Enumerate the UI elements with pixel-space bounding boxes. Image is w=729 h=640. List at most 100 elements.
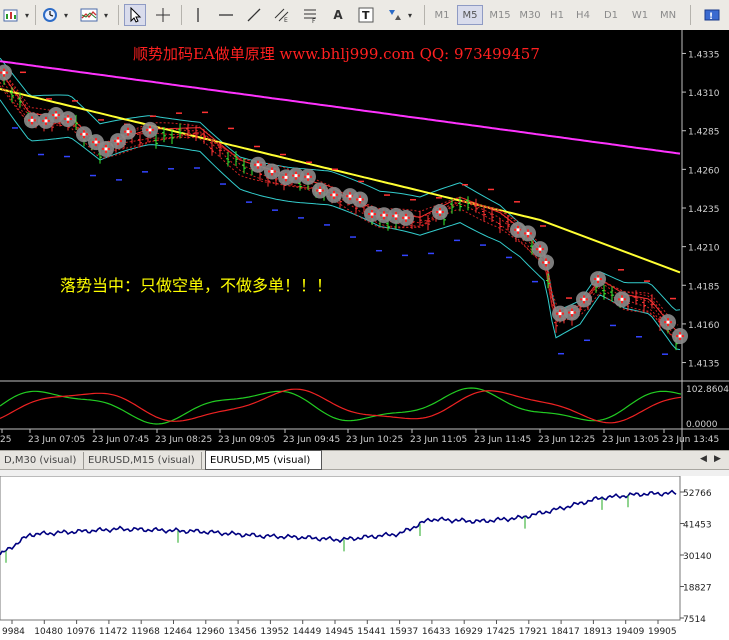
- arrows-dropdown-icon[interactable]: ▾: [405, 4, 415, 26]
- order-marker-dot: [66, 117, 70, 121]
- tabs-scroll-right-icon[interactable]: ▶: [714, 454, 721, 464]
- order-marker-dot: [294, 174, 298, 178]
- order-marker-dot: [54, 113, 58, 117]
- price-tick-label: 1.4285: [688, 128, 720, 138]
- equity-x-tick-label: 9984: [2, 627, 25, 637]
- timeframe-h1[interactable]: H1: [546, 5, 568, 25]
- price-tick-label: 1.4335: [688, 50, 720, 60]
- timeframe-m5[interactable]: M5: [457, 5, 483, 25]
- timeframe-m1[interactable]: M1: [430, 5, 454, 25]
- horizontal-line-icon[interactable]: [216, 4, 236, 26]
- order-marker-dot: [516, 228, 520, 232]
- equity-graph-canvas: 5276641453301401882775149984 10480 10976 11…: [0, 476, 712, 637]
- trendline-icon[interactable]: [244, 4, 264, 26]
- vertical-line-icon[interactable]: [188, 4, 208, 26]
- short-order-line: [0, 70, 679, 337]
- price-tick-label: 1.4310: [688, 89, 720, 99]
- order-marker-dot: [44, 119, 48, 123]
- tab-eurusd-m30[interactable]: D,M30 (visual): [0, 452, 84, 469]
- order-marker-dot: [370, 212, 374, 216]
- price-tick-label: 1.4135: [688, 360, 720, 370]
- equity-x-tick-label: 16929: [454, 627, 483, 637]
- order-marker-dot: [126, 130, 130, 134]
- price-tick-label: 1.4185: [688, 282, 720, 292]
- equity-plot-frame: [0, 476, 681, 621]
- fibonacci-icon[interactable]: F: [300, 4, 320, 26]
- equity-x-tick-label: 13456: [228, 627, 257, 637]
- new-chart-icon[interactable]: [2, 4, 20, 26]
- order-marker-dot: [148, 128, 152, 132]
- order-marker-dot: [544, 260, 548, 264]
- equity-x-tick-label: 15441: [357, 627, 386, 637]
- equity-x-tick-label: 16433: [422, 627, 451, 637]
- timeframe-mn[interactable]: MN: [655, 5, 681, 25]
- equity-x-tick-label: 13952: [260, 627, 289, 637]
- tab-eurusd-m15[interactable]: EURUSD,M15 (visual): [84, 452, 202, 469]
- tabs-scroll-left-icon[interactable]: ◀: [700, 454, 707, 464]
- timeframe-d1[interactable]: D1: [599, 5, 623, 25]
- equity-x-tick-label: 19905: [648, 627, 677, 637]
- price-tick-label: 1.4235: [688, 205, 720, 215]
- price-tick-label: 1.4210: [688, 244, 720, 254]
- text-label-icon[interactable]: T: [356, 4, 376, 26]
- timeframe-m15[interactable]: M15: [486, 5, 514, 25]
- arrows-icon[interactable]: [384, 4, 404, 26]
- order-marker-dot: [94, 140, 98, 144]
- equidistant-channel-icon[interactable]: E: [272, 4, 292, 26]
- new-chart-dropdown-icon[interactable]: ▾: [22, 4, 32, 26]
- order-marker-dot: [104, 147, 108, 151]
- time-tick-label: 23 Jun 12:25: [538, 435, 595, 445]
- time-tick-label: 23 Jun 11:05: [410, 435, 467, 445]
- fast-moving-average: [0, 88, 681, 274]
- price-chart[interactable]: 1.4335 1.4310 1.4285 1.4260 1.4235 1.4210 1.41…: [0, 30, 729, 450]
- order-marker-dot: [332, 193, 336, 197]
- equity-x-tick-label: 12960: [196, 627, 225, 637]
- equity-x-tick-label: 18913: [583, 627, 612, 637]
- equity-graph: 52766 41453 30140 18827 7514 9984 10480 10976 11…: [0, 476, 729, 640]
- time-tick-label: 23 Jun 08:25: [155, 435, 212, 445]
- equity-x-tick-label: 12464: [164, 627, 193, 637]
- indicators-icon[interactable]: [78, 4, 100, 26]
- alert-icon[interactable]: !: [700, 4, 724, 26]
- order-marker-dot: [570, 311, 574, 315]
- time-tick-label: 23 Jun 13:05: [602, 435, 659, 445]
- equity-x-tick-label: 11472: [99, 627, 128, 637]
- indicators-dropdown-icon[interactable]: ▾: [101, 4, 111, 26]
- equity-x-tick-label: 14449: [293, 627, 322, 637]
- cursor-tool-icon[interactable]: [124, 4, 146, 26]
- oscillator-line-b: [0, 388, 682, 424]
- timeframe-m30[interactable]: M30: [516, 5, 544, 25]
- order-marker-dot: [526, 231, 530, 235]
- time-tick-label: 23 Jun 11:45: [474, 435, 531, 445]
- svg-text:E: E: [284, 17, 288, 23]
- timeframe-w1[interactable]: W1: [628, 5, 652, 25]
- chart-annotation: 落势当中：只做空单，不做多单！！！: [60, 276, 332, 295]
- clock-dropdown-icon[interactable]: ▾: [61, 4, 71, 26]
- svg-text:F: F: [312, 18, 316, 23]
- timeframe-h4[interactable]: H4: [572, 5, 594, 25]
- chart-banner: 顺势加码EA做单原理 www.bhlj999.com QQ: 973499457: [133, 45, 540, 63]
- order-marker-dot: [678, 334, 682, 338]
- order-marker-dot: [358, 197, 362, 201]
- order-marker-dot: [30, 118, 34, 122]
- price-chart-canvas: 1.4335 1.4310 1.4285 1.4260 1.4235 1.4210 1.41…: [0, 30, 729, 450]
- order-marker-dot: [82, 132, 86, 136]
- tab-eurusd-m5[interactable]: EURUSD,M5 (visual): [205, 450, 322, 470]
- equity-x-tick-label: 18417: [551, 627, 580, 637]
- order-marker-dot: [438, 210, 442, 214]
- equity-y-tick-label: 30140: [683, 552, 712, 562]
- order-marker-dot: [116, 139, 120, 143]
- clock-icon[interactable]: [40, 4, 60, 26]
- equity-x-tick-label: 17425: [487, 627, 516, 637]
- order-marker-dot: [538, 247, 542, 251]
- order-marker-dot: [256, 163, 260, 167]
- crosshair-icon[interactable]: [152, 4, 174, 26]
- toolbar: ▾ ▾ ▾ E F A T ▾ M1 M5 M15 M30 H1 H4 D1 W…: [0, 0, 729, 31]
- equity-x-tick-label: 11968: [131, 627, 160, 637]
- time-tick-label: 23 Jun 10:25: [346, 435, 403, 445]
- time-tick-label: 23 Jun 09:05: [218, 435, 275, 445]
- equity-x-tick-label: 14945: [325, 627, 354, 637]
- equity-y-tick-label: 7514: [683, 615, 706, 625]
- svg-text:!: !: [709, 12, 713, 22]
- text-tool-icon[interactable]: A: [328, 4, 348, 26]
